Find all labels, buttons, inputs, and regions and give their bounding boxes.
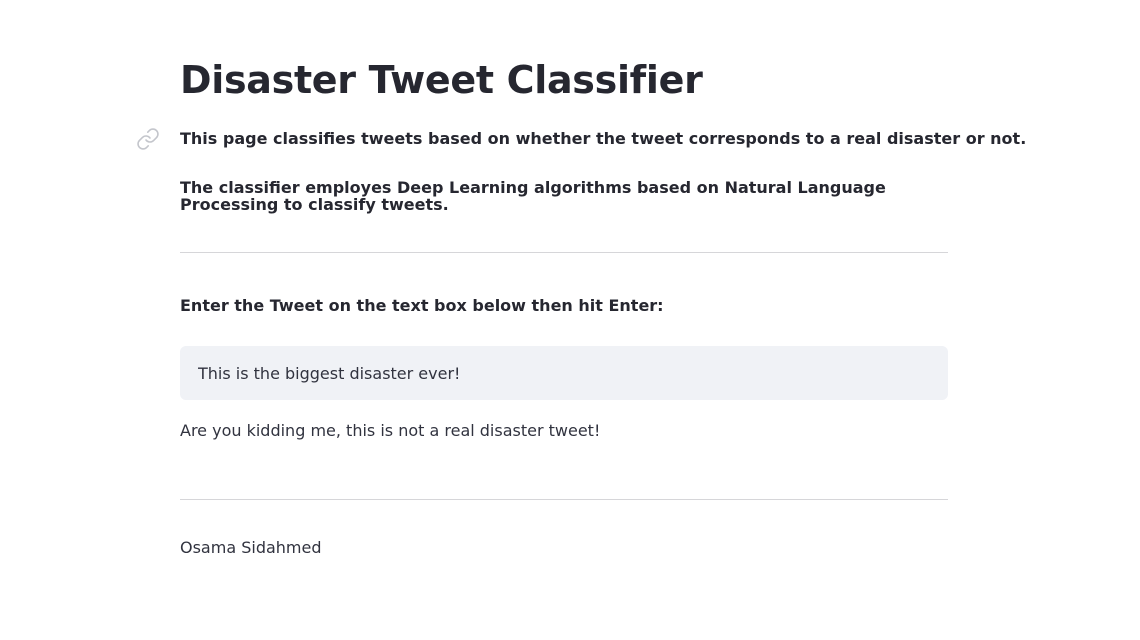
classification-result: Are you kidding me, this is not a real d… xyxy=(180,421,601,440)
app-page: Disaster Tweet Classifier This page clas… xyxy=(0,0,1140,640)
author-name: Osama Sidahmed xyxy=(180,538,322,557)
tweet-input-label: Enter the Tweet on the text box below th… xyxy=(180,296,664,315)
divider xyxy=(180,499,948,500)
page-title: Disaster Tweet Classifier xyxy=(180,58,703,102)
description-primary: This page classifies tweets based on whe… xyxy=(180,129,1027,148)
divider xyxy=(180,252,948,253)
description-secondary: The classifier employes Deep Learning al… xyxy=(180,178,886,214)
link-icon[interactable] xyxy=(136,127,160,151)
tweet-input[interactable] xyxy=(180,346,948,400)
